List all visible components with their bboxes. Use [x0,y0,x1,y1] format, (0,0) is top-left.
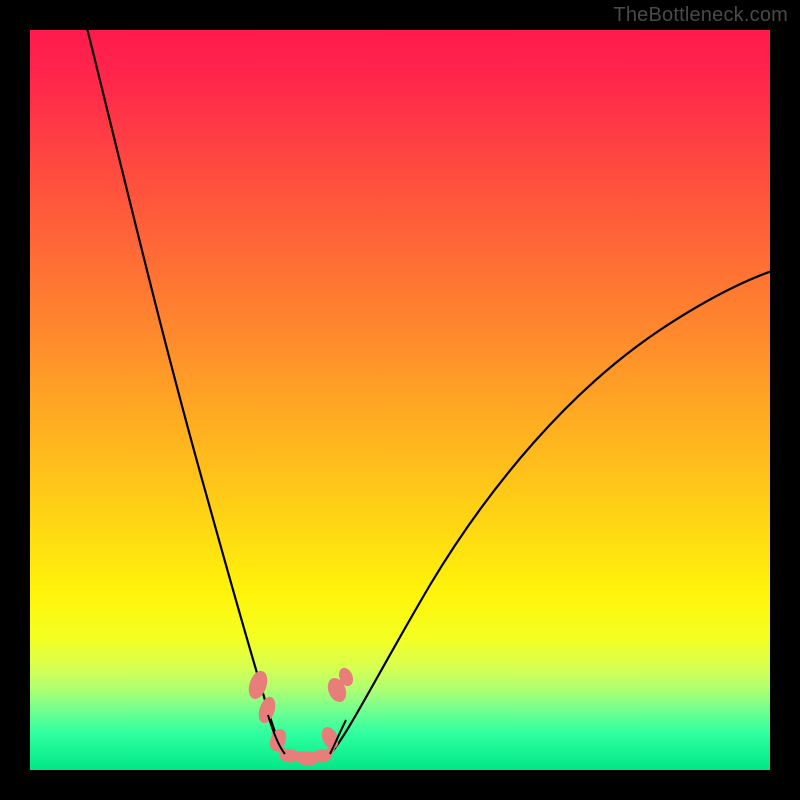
plot-area [30,30,770,770]
curve-layer [30,30,770,770]
left-curve [85,30,283,750]
watermark-text: TheBottleneck.com [613,4,788,27]
right-curve [332,270,770,752]
valley-marker [246,666,355,765]
chart-frame: TheBottleneck.com [0,0,800,800]
